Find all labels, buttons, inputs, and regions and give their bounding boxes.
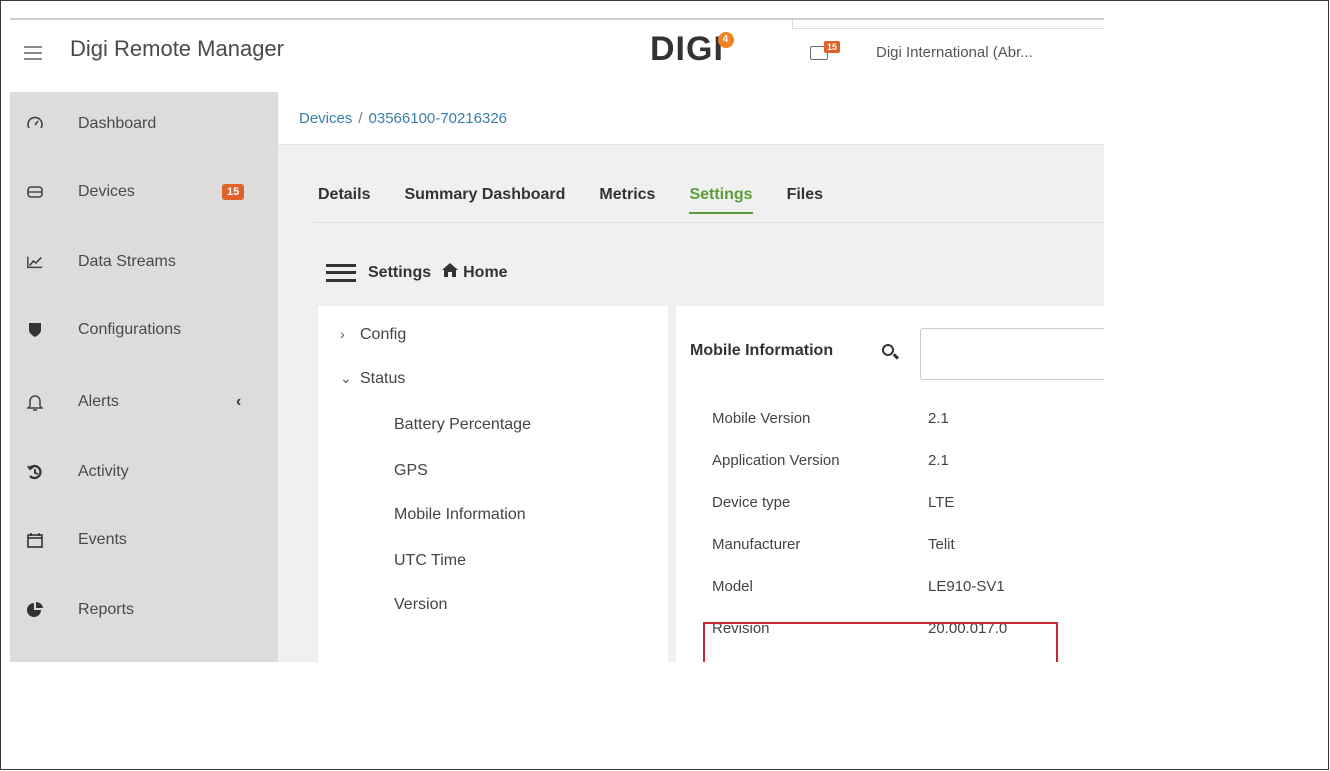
breadcrumb: Devices / 03566100-70216326 <box>278 92 1104 145</box>
tree-item-config[interactable]: › Config <box>340 326 406 344</box>
settings-label: Settings <box>368 263 432 281</box>
search-icon[interactable] <box>882 344 894 356</box>
bell-icon <box>26 393 44 411</box>
sidebar-item-alerts[interactable]: Alerts ‹ <box>10 382 278 422</box>
revision-highlight-box <box>703 622 1058 662</box>
sidebar-item-label: Devices <box>78 183 135 200</box>
sidebar-item-activity[interactable]: Activity <box>10 452 278 492</box>
sidebar: Dashboard Devices 15 Data Streams Config… <box>10 92 278 662</box>
devices-count-badge: 15 <box>222 184 245 200</box>
row-value: 2.1 <box>928 452 949 469</box>
row-label: Application Version <box>712 452 840 469</box>
info-row-model: Model LE910-SV1 <box>712 578 1005 595</box>
sidebar-item-events[interactable]: Events <box>10 520 278 560</box>
home-icon[interactable] <box>441 262 459 283</box>
row-value: 2.1 <box>928 410 949 427</box>
row-label: Device type <box>712 494 791 511</box>
sidebar-item-configurations[interactable]: Configurations <box>10 310 278 350</box>
calendar-icon <box>26 531 44 549</box>
row-value: LE910-SV1 <box>928 578 1005 595</box>
device-tabs: Details Summary Dashboard Metrics Settin… <box>318 186 857 214</box>
info-row-manufacturer: Manufacturer Telit <box>712 536 955 553</box>
logo-badge: 4 <box>717 32 734 48</box>
breadcrumb-device-id[interactable]: 03566100-70216326 <box>369 110 507 127</box>
sidebar-item-label: Alerts <box>78 393 119 410</box>
digi-logo: DIGI 4 <box>650 30 734 69</box>
row-label: Mobile Version <box>712 410 811 427</box>
info-row-device-type: Device type LTE <box>712 494 954 511</box>
tabs-divider <box>314 222 1104 223</box>
chevron-right-icon: › <box>340 326 345 342</box>
tree-item-status[interactable]: ⌄ Status <box>340 370 405 388</box>
header-partial-box <box>792 20 1104 29</box>
tree-item-utc-time[interactable]: UTC Time <box>394 552 466 570</box>
chart-line-icon <box>26 253 44 271</box>
row-value: Telit <box>928 536 955 553</box>
settings-header: Settings Home <box>326 262 508 283</box>
shield-icon <box>26 321 44 339</box>
breadcrumb-separator: / <box>358 110 363 127</box>
row-value: LTE <box>928 494 955 511</box>
info-row-application-version: Application Version 2.1 <box>712 452 949 469</box>
tree-item-label: Config <box>360 326 407 343</box>
home-link[interactable]: Home <box>463 264 507 282</box>
menu-icon[interactable] <box>24 46 42 60</box>
mobile-information-panel: Mobile Information Mobile Version 2.1 Ap… <box>676 306 1104 662</box>
sidebar-item-devices[interactable]: Devices 15 <box>10 172 278 212</box>
device-icon <box>26 183 44 201</box>
sidebar-item-label: Dashboard <box>78 115 157 132</box>
row-label: Model <box>712 578 753 595</box>
search-input[interactable] <box>920 328 1104 380</box>
app-title: Digi Remote Manager <box>70 36 284 61</box>
tab-details[interactable]: Details <box>318 186 370 204</box>
tree-item-version[interactable]: Version <box>394 596 447 614</box>
tab-settings[interactable]: Settings <box>689 186 753 214</box>
sidebar-item-label: Reports <box>78 601 135 618</box>
sidebar-item-label: Data Streams <box>78 253 176 270</box>
sidebar-item-label: Events <box>78 531 127 548</box>
main-content: Devices / 03566100-70216326 Details Summar… <box>278 92 1104 662</box>
tree-item-label: Status <box>360 370 406 387</box>
pie-chart-icon <box>26 601 44 619</box>
settings-tree: › Config ⌄ Status Battery Percentage GPS M… <box>318 306 668 662</box>
info-row-mobile-version: Mobile Version 2.1 <box>712 410 949 427</box>
tab-metrics[interactable]: Metrics <box>599 186 655 204</box>
sidebar-item-label: Activity <box>78 463 129 480</box>
tree-item-mobile-information[interactable]: Mobile Information <box>394 506 526 524</box>
panel-title: Mobile Information <box>690 342 834 359</box>
sidebar-item-dashboard[interactable]: Dashboard <box>10 104 278 144</box>
row-label: Manufacturer <box>712 536 801 553</box>
mail-count-badge: 15 <box>824 41 841 53</box>
chevron-left-icon[interactable]: ‹ <box>236 393 241 411</box>
gauge-icon <box>26 115 44 133</box>
tree-item-gps[interactable]: GPS <box>394 462 428 480</box>
history-icon <box>26 463 44 481</box>
logo-text: DIGI <box>650 30 724 68</box>
tab-summary-dashboard[interactable]: Summary Dashboard <box>404 186 565 204</box>
app-window: Digi Remote Manager DIGI 4 15 Digi Inter… <box>10 18 1104 662</box>
top-bar: Digi Remote Manager DIGI 4 15 Digi Inter… <box>10 20 1104 93</box>
tab-files[interactable]: Files <box>787 186 823 204</box>
org-selector[interactable]: Digi International (Abr... <box>876 44 1033 61</box>
sidebar-item-data-streams[interactable]: Data Streams <box>10 242 278 282</box>
tree-item-battery-percentage[interactable]: Battery Percentage <box>394 416 531 434</box>
sidebar-item-label: Configurations <box>78 321 182 338</box>
chevron-down-icon: ⌄ <box>340 370 352 386</box>
settings-menu-icon[interactable] <box>326 263 356 282</box>
breadcrumb-devices-link[interactable]: Devices <box>299 110 352 127</box>
sidebar-item-reports[interactable]: Reports <box>10 590 278 630</box>
